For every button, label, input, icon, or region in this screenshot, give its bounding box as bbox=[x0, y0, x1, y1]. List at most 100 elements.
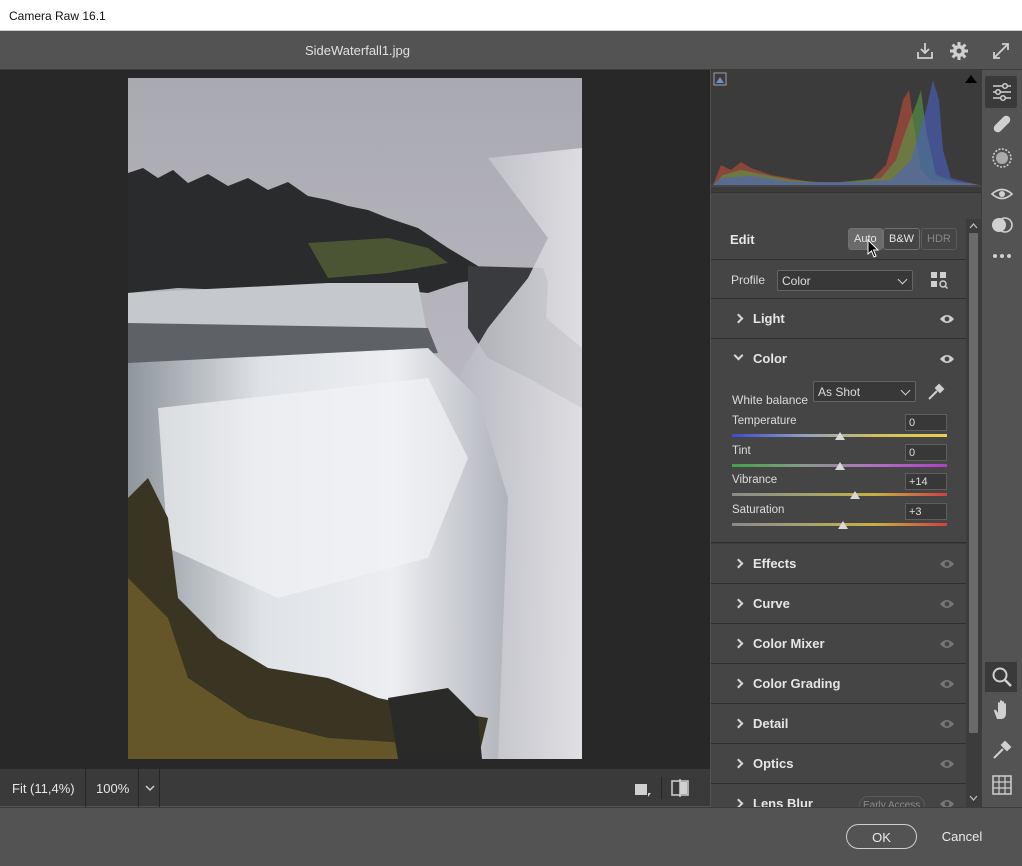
histogram-graph bbox=[711, 72, 981, 187]
scroll-down-icon[interactable] bbox=[969, 794, 978, 802]
header-bar: SideWaterfall1.jpg bbox=[0, 31, 1022, 70]
file-name: SideWaterfall1.jpg bbox=[305, 43, 411, 58]
chevron-down-icon bbox=[897, 274, 908, 285]
section-title: Effects bbox=[753, 556, 797, 571]
section-title: Light bbox=[753, 311, 785, 326]
early-access-badge: Early Access bbox=[859, 796, 925, 807]
section-title: Color Mixer bbox=[753, 636, 825, 651]
tint-value[interactable]: 0 bbox=[905, 444, 947, 461]
chevron-right-icon bbox=[733, 313, 744, 324]
temperature-value[interactable]: 0 bbox=[905, 414, 947, 431]
section-lens-blur[interactable]: Lens Blur Early Access bbox=[711, 784, 966, 807]
vibrance-slider-thumb[interactable] bbox=[849, 491, 860, 499]
section-title: Curve bbox=[753, 596, 790, 611]
scrollbar-thumb[interactable] bbox=[969, 233, 978, 733]
before-after-icon[interactable] bbox=[670, 778, 690, 798]
eye-icon[interactable] bbox=[939, 313, 955, 325]
chevron-down-icon bbox=[733, 350, 744, 361]
edit-header: Edit Auto B&W HDR bbox=[711, 219, 966, 260]
chevron-right-icon bbox=[733, 678, 744, 689]
section-title: Color Grading bbox=[753, 676, 841, 691]
tint-label: Tint bbox=[732, 445, 751, 457]
window-title: Camera Raw 16.1 bbox=[9, 9, 106, 23]
photo-preview bbox=[128, 78, 582, 759]
zoom-icon[interactable] bbox=[990, 665, 1014, 689]
scroll-up-icon[interactable] bbox=[969, 222, 978, 230]
fullscreen-icon[interactable] bbox=[990, 40, 1012, 62]
section-title: Detail bbox=[753, 716, 789, 731]
ok-button[interactable]: OK bbox=[846, 824, 917, 849]
profile-value: Color bbox=[782, 274, 811, 288]
vibrance-value[interactable]: +14 bbox=[905, 473, 947, 490]
healing-icon[interactable] bbox=[990, 112, 1014, 136]
color-sampler-icon[interactable] bbox=[990, 738, 1014, 762]
profile-browser-icon[interactable] bbox=[930, 271, 948, 289]
section-detail[interactable]: Detail bbox=[711, 704, 966, 744]
image-canvas[interactable] bbox=[0, 70, 710, 768]
hdr-button[interactable]: HDR bbox=[921, 228, 957, 250]
eye-icon[interactable] bbox=[939, 558, 955, 570]
eye-icon[interactable] bbox=[939, 718, 955, 730]
saturation-label: Saturation bbox=[732, 504, 785, 516]
camera-raw-window: Camera Raw 16.1 SideWaterfall1.jpg Fit (… bbox=[0, 0, 1022, 866]
eye-icon[interactable] bbox=[939, 798, 955, 807]
section-light[interactable]: Light bbox=[711, 299, 966, 339]
masking-icon[interactable] bbox=[990, 146, 1014, 170]
settings-gear-icon[interactable] bbox=[948, 40, 970, 62]
eyedropper-icon[interactable] bbox=[926, 382, 946, 402]
eye-icon[interactable] bbox=[939, 353, 955, 365]
profile-select[interactable]: Color bbox=[777, 270, 913, 291]
temperature-slider-thumb[interactable] bbox=[834, 432, 845, 440]
canvas-toolbar: Fit (11,4%) 100% bbox=[0, 768, 710, 807]
title-bar: Camera Raw 16.1 bbox=[0, 0, 1022, 31]
profile-label: Profile bbox=[731, 273, 766, 287]
eye-icon[interactable] bbox=[939, 758, 955, 770]
chevron-right-icon bbox=[733, 758, 744, 769]
section-color[interactable]: Color bbox=[711, 339, 966, 379]
toggle-view-icon[interactable] bbox=[632, 779, 652, 799]
histogram-info-bar bbox=[711, 192, 981, 219]
presets-icon[interactable] bbox=[990, 213, 1014, 237]
eye-icon[interactable] bbox=[939, 638, 955, 650]
zoom-fit-button[interactable]: Fit (11,4%) bbox=[0, 769, 86, 807]
edit-title: Edit bbox=[730, 232, 755, 247]
more-icon[interactable] bbox=[990, 244, 1014, 268]
section-color-mixer[interactable]: Color Mixer bbox=[711, 624, 966, 664]
red-eye-icon[interactable] bbox=[990, 182, 1014, 206]
chevron-right-icon bbox=[733, 638, 744, 649]
profile-row: Profile Color bbox=[711, 260, 966, 299]
section-effects[interactable]: Effects bbox=[711, 544, 966, 584]
vibrance-track[interactable] bbox=[732, 493, 947, 496]
hand-icon[interactable] bbox=[990, 698, 1014, 722]
section-title: Color bbox=[753, 351, 787, 366]
eye-icon[interactable] bbox=[939, 598, 955, 610]
white-balance-value: As Shot bbox=[818, 385, 861, 399]
zoom-dropdown[interactable] bbox=[138, 769, 160, 807]
section-curve[interactable]: Curve bbox=[711, 584, 966, 624]
edit-sliders-icon[interactable] bbox=[990, 80, 1014, 104]
dialog-footer: OK Cancel bbox=[0, 807, 1022, 866]
highlight-clip-icon[interactable] bbox=[965, 75, 977, 83]
divider bbox=[661, 777, 662, 799]
saturation-slider-thumb[interactable] bbox=[837, 521, 848, 529]
chevron-right-icon bbox=[733, 718, 744, 729]
cancel-button[interactable]: Cancel bbox=[930, 824, 994, 849]
chevron-right-icon bbox=[733, 558, 744, 569]
grid-icon[interactable] bbox=[990, 773, 1014, 797]
saturation-value[interactable]: +3 bbox=[905, 503, 947, 520]
panel-scrollbar[interactable] bbox=[966, 219, 981, 807]
white-balance-select[interactable]: As Shot bbox=[813, 381, 916, 402]
section-color-grading[interactable]: Color Grading bbox=[711, 664, 966, 704]
mouse-cursor-icon bbox=[867, 239, 880, 258]
bw-button[interactable]: B&W bbox=[883, 228, 921, 250]
temperature-label: Temperature bbox=[732, 415, 797, 427]
save-icon[interactable] bbox=[914, 40, 936, 62]
section-title: Lens Blur bbox=[753, 796, 813, 807]
chevron-right-icon bbox=[733, 798, 744, 807]
eye-icon[interactable] bbox=[939, 678, 955, 690]
edit-panel: Edit Auto B&W HDR Profile Color Light Co… bbox=[711, 219, 966, 807]
chevron-down-icon bbox=[900, 385, 911, 396]
tint-slider-thumb[interactable] bbox=[834, 462, 845, 470]
zoom-100-button[interactable]: 100% bbox=[86, 769, 138, 807]
section-optics[interactable]: Optics bbox=[711, 744, 966, 784]
